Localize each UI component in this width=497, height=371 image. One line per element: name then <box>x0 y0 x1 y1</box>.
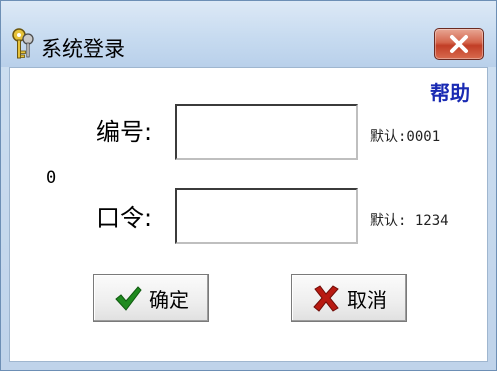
cancel-button[interactable]: 取消 <box>291 274 407 322</box>
dialog-body: 帮助 0 编号: 默认:0001 口令: 默认: 1234 确定 取消 <box>9 67 488 362</box>
code-default-hint: 默认:0001 <box>370 129 441 145</box>
password-input[interactable] <box>175 188 358 244</box>
password-default-hint: 默认: 1234 <box>370 213 449 229</box>
close-button[interactable] <box>434 28 484 60</box>
checkmark-icon <box>113 283 143 313</box>
keys-icon <box>10 27 36 61</box>
confirm-button-label: 确定 <box>149 287 189 312</box>
login-window: 系统登录 帮助 0 编号: 默认:0001 口令: 默认: 1234 确定 取消 <box>0 0 497 371</box>
code-label: 编号: <box>96 118 153 146</box>
confirm-button[interactable]: 确定 <box>93 274 209 322</box>
side-value-label: 0 <box>46 168 57 188</box>
code-input[interactable] <box>175 104 358 160</box>
title-bar[interactable]: 系统登录 <box>1 1 496 67</box>
x-mark-icon <box>311 283 341 313</box>
window-title: 系统登录 <box>41 37 125 61</box>
close-icon <box>435 29 483 59</box>
password-label: 口令: <box>96 204 153 232</box>
help-link[interactable]: 帮助 <box>430 77 470 106</box>
cancel-button-label: 取消 <box>347 287 387 312</box>
